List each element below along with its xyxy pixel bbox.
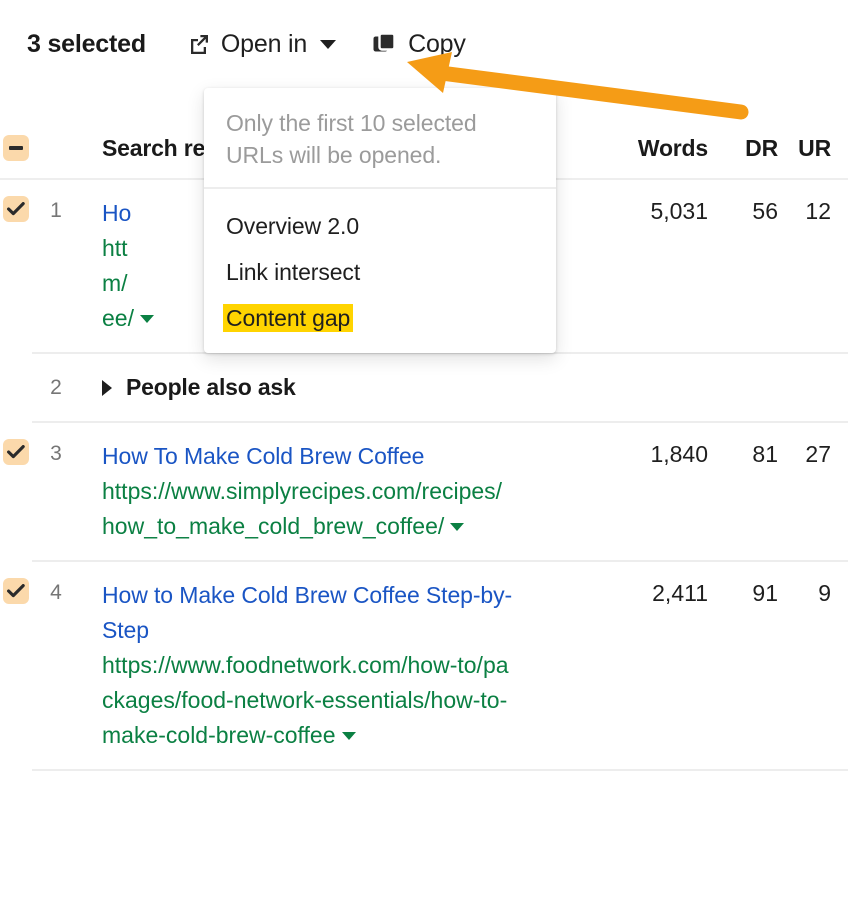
dropdown-item-label: Overview 2.0 bbox=[226, 213, 360, 239]
dropdown-note: Only the first 10 selected URLs will be … bbox=[204, 88, 556, 189]
row-select-checkbox[interactable] bbox=[3, 439, 29, 465]
result-title-link[interactable]: How to Make Cold Brew Coffee Step-by-Ste… bbox=[102, 578, 514, 648]
result-title-link[interactable]: How To Make Cold Brew Coffee bbox=[102, 439, 514, 474]
selected-count-label: 3 selected bbox=[27, 29, 146, 58]
copy-icon bbox=[373, 33, 397, 55]
table-row-group[interactable]: 2 People also ask bbox=[32, 354, 848, 423]
dropdown-items: Overview 2.0 Link intersect Content gap bbox=[204, 189, 556, 353]
row-words: 1,840 bbox=[650, 441, 708, 467]
dropdown-item-label: Link intersect bbox=[226, 259, 361, 285]
dropdown-item-link-intersect[interactable]: Link intersect bbox=[204, 249, 556, 295]
row-select-checkbox[interactable] bbox=[3, 196, 29, 222]
external-link-icon bbox=[188, 33, 210, 55]
caret-right-icon[interactable] bbox=[102, 379, 112, 396]
row-select-checkbox[interactable] bbox=[3, 578, 29, 604]
row-dr bbox=[708, 387, 778, 389]
copy-button[interactable]: Copy bbox=[373, 30, 466, 59]
select-all-checkbox-cell bbox=[0, 135, 32, 161]
row-words: 2,411 bbox=[652, 580, 708, 606]
row-checkbox-cell bbox=[0, 439, 32, 465]
row-dr: 91 bbox=[752, 580, 778, 606]
copy-label: Copy bbox=[408, 29, 466, 58]
minus-icon bbox=[9, 146, 23, 150]
table-row[interactable]: 4 How to Make Cold Brew Coffee Step-by-S… bbox=[3, 562, 848, 771]
row-rank: 4 bbox=[50, 581, 62, 604]
row-rank: 2 bbox=[50, 375, 62, 399]
header-dr-column[interactable]: DR bbox=[708, 135, 778, 162]
row-ur: 12 bbox=[805, 198, 831, 224]
row-checkbox-cell bbox=[0, 578, 32, 604]
table-row[interactable]: 3 How To Make Cold Brew Coffee https://w… bbox=[3, 423, 848, 562]
row-words bbox=[604, 387, 708, 389]
open-in-label: Open in bbox=[220, 29, 308, 58]
open-in-button[interactable]: Open in bbox=[188, 29, 337, 59]
header-search-results-label: Search re bbox=[102, 134, 206, 161]
result-url-block: https://www.simplyrecipes.com/recipes/ho… bbox=[102, 474, 514, 544]
group-cell[interactable]: People also ask bbox=[80, 374, 604, 401]
result-url[interactable]: https://www.simplyrecipes.com/recipes/ho… bbox=[102, 478, 502, 539]
select-all-checkbox[interactable] bbox=[3, 135, 29, 161]
chevron-down-icon bbox=[320, 39, 337, 49]
row-ur: 27 bbox=[805, 441, 831, 467]
dropdown-item-label: Content gap bbox=[223, 304, 354, 332]
url-expand-caret-icon[interactable] bbox=[341, 732, 356, 740]
row-dr: 56 bbox=[752, 198, 778, 224]
url-expand-caret-icon[interactable] bbox=[450, 523, 465, 531]
header-ur-column[interactable]: UR bbox=[778, 135, 848, 162]
header-words-column[interactable]: Words bbox=[604, 135, 708, 162]
row-ur bbox=[778, 387, 848, 389]
result-url-block: https://www.foodnetwork.com/how-to/packa… bbox=[102, 648, 514, 753]
result-url-line[interactable]: htt bbox=[102, 235, 128, 261]
result-url-line[interactable]: m/ bbox=[102, 270, 128, 296]
row-result: How To Make Cold Brew Coffee https://www… bbox=[80, 439, 604, 544]
dropdown-item-content-gap[interactable]: Content gap bbox=[204, 295, 556, 341]
row-ur: 9 bbox=[818, 580, 831, 606]
url-expand-caret-icon[interactable] bbox=[139, 315, 154, 323]
row-rank: 1 bbox=[50, 199, 62, 222]
result-url[interactable]: https://www.foodnetwork.com/how-to/packa… bbox=[102, 652, 509, 748]
row-rank: 3 bbox=[50, 442, 62, 465]
row-result: How to Make Cold Brew Coffee Step-by-Ste… bbox=[80, 578, 604, 753]
row-checkbox-cell bbox=[0, 196, 32, 222]
row-dr: 81 bbox=[752, 441, 778, 467]
result-url-line[interactable]: ee/ bbox=[102, 305, 134, 331]
group-label-text: People also ask bbox=[126, 374, 296, 400]
dropdown-item-overview[interactable]: Overview 2.0 bbox=[204, 203, 556, 249]
open-in-dropdown-menu: Only the first 10 selected URLs will be … bbox=[204, 88, 556, 353]
row-words: 5,031 bbox=[650, 198, 708, 224]
